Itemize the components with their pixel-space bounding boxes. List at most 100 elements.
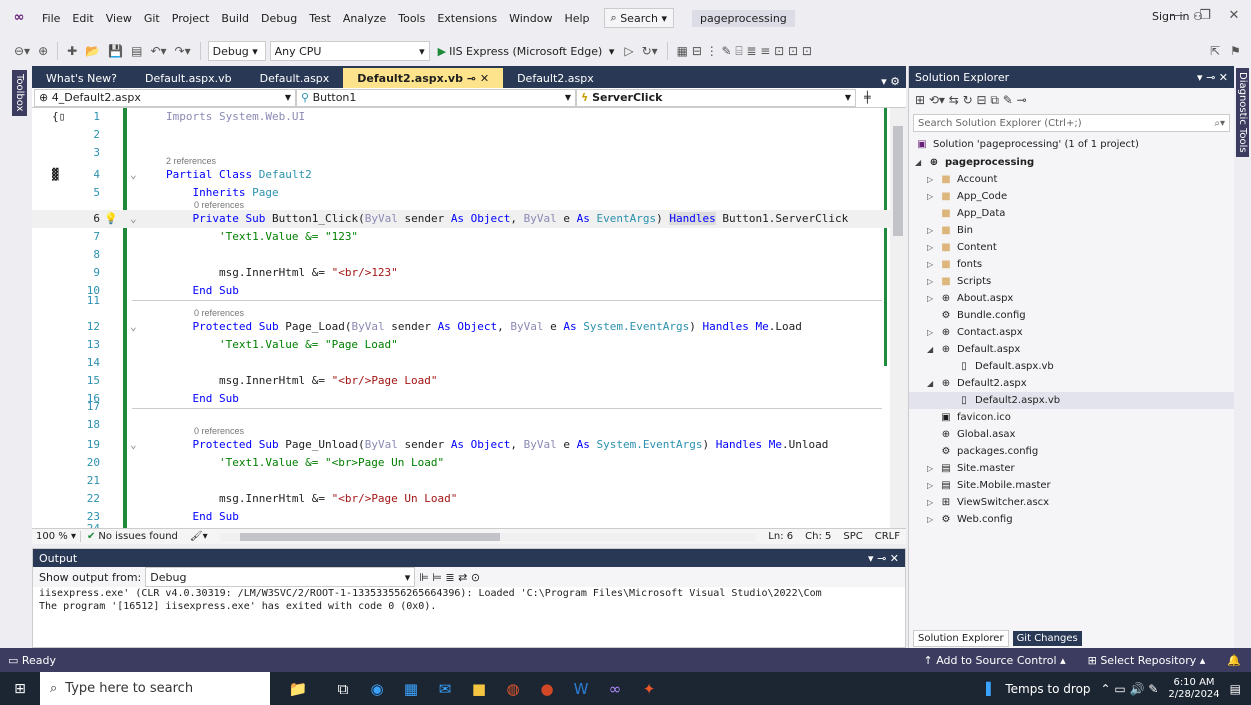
widget-icon[interactable]: 📁 bbox=[270, 672, 326, 705]
tree-item[interactable]: ▷ ⊞ ViewSwitcher.ascx bbox=[927, 494, 1049, 511]
tree-item[interactable]: ⊕ Global.asax bbox=[927, 426, 1016, 443]
tray-icons[interactable]: ⌃ ▭ 🔊 ✎ bbox=[1101, 682, 1159, 696]
action-center-icon[interactable]: ▤ bbox=[1230, 682, 1241, 696]
save-icon[interactable]: 💾 bbox=[106, 44, 125, 58]
tree-item[interactable]: ▯ Default.aspx.vb bbox=[945, 358, 1054, 375]
tree-item[interactable]: ▷ ■ Scripts bbox=[927, 273, 991, 290]
weather-text[interactable]: Temps to drop bbox=[1005, 682, 1090, 696]
tab-default2-aspx[interactable]: Default2.aspx bbox=[503, 68, 608, 88]
search-button[interactable]: ⌕ Search ▾ bbox=[603, 8, 675, 28]
output-window-icon[interactable]: ▭ bbox=[8, 654, 22, 667]
tab-default-aspx-vb[interactable]: Default.aspx.vb bbox=[131, 68, 246, 88]
whitespace-indicator[interactable]: SPC bbox=[837, 531, 868, 542]
object-select[interactable]: ⚲ Button1 ▼ bbox=[296, 88, 576, 107]
tree-item[interactable]: ◢ ⊕ Default2.aspx bbox=[927, 375, 1027, 392]
tree-item[interactable]: ⚙ packages.config bbox=[927, 443, 1039, 460]
close-tab-icon[interactable]: ✕ bbox=[480, 72, 489, 85]
tree-project[interactable]: ◢ ⊕ pageprocessing bbox=[915, 154, 1034, 171]
word-icon[interactable]: W bbox=[564, 672, 598, 705]
menu-test[interactable]: Test bbox=[303, 12, 337, 25]
run-button[interactable]: ▶ IIS Express (Microsoft Edge) ▾ bbox=[434, 45, 619, 58]
output-source-select[interactable]: Debug ▾ bbox=[145, 567, 416, 587]
tree-item[interactable]: ▷ ■ App_Code bbox=[927, 188, 1007, 205]
output-tools-icon[interactable]: ⊫ ⊨ ≣ ⇄ ⊙ bbox=[419, 571, 480, 584]
menu-file[interactable]: File bbox=[36, 12, 66, 25]
tab-overflow-icon[interactable]: ▾ ⚙ bbox=[875, 75, 906, 88]
editor-horizontal-scrollbar[interactable] bbox=[219, 532, 757, 541]
save-all-icon[interactable]: ▤ bbox=[129, 44, 144, 58]
tree-item[interactable]: ▷ ▤ Site.master bbox=[927, 460, 1015, 477]
menu-extensions[interactable]: Extensions bbox=[431, 12, 503, 25]
zoom-select[interactable]: 100 % ▾ bbox=[32, 531, 81, 542]
tree-item[interactable]: ▷ ▤ Site.Mobile.master bbox=[927, 477, 1051, 494]
new-project-icon[interactable]: ✚ bbox=[65, 44, 79, 58]
tab-solution-explorer[interactable]: Solution Explorer bbox=[913, 629, 1009, 647]
start-without-debug-icon[interactable]: ▷ bbox=[622, 44, 635, 58]
issues-indicator[interactable]: ✔ No issues found bbox=[81, 531, 184, 542]
menu-analyze[interactable]: Analyze bbox=[337, 12, 392, 25]
taskbar-search-input[interactable]: ⌕ Type here to search bbox=[40, 672, 270, 705]
editor-vertical-scrollbar[interactable] bbox=[890, 108, 906, 528]
platform-select[interactable]: Any CPU ▾ bbox=[269, 41, 430, 61]
se-toolbar-icons[interactable]: ⊞ ⟲▾ ⇆ ↻ ⊟ ⧉ ✎ ⊸ bbox=[915, 93, 1027, 108]
solution-search-input[interactable]: Search Solution Explorer (Ctrl+;) ⌕▾ bbox=[913, 114, 1230, 132]
tree-item[interactable]: ▷ ⚙ Web.config bbox=[927, 511, 1013, 528]
panel-controls-icon[interactable]: ▾ ⊸ ✕ bbox=[868, 552, 899, 565]
refresh-icon[interactable]: ↻▾ bbox=[640, 44, 660, 58]
add-source-control-button[interactable]: ↑ Add to Source Control ▴ bbox=[923, 654, 1065, 667]
lightbulb-icon[interactable]: 💡 bbox=[104, 210, 118, 228]
pin-icon[interactable]: ⊸ bbox=[467, 72, 476, 85]
menu-git[interactable]: Git bbox=[138, 12, 166, 25]
menu-view[interactable]: View bbox=[100, 12, 138, 25]
tree-solution[interactable]: ▣ Solution 'pageprocessing' (1 of 1 proje… bbox=[915, 136, 1139, 153]
event-select[interactable]: ϟ ServerClick ▼ bbox=[576, 88, 856, 107]
project-select[interactable]: ⊕ 4_Default2.aspx ▼ bbox=[34, 88, 296, 107]
tree-item[interactable]: ◢ ⊕ Default.aspx bbox=[927, 341, 1020, 358]
task-view-icon[interactable]: ⧉ bbox=[326, 672, 360, 705]
weather-icon[interactable]: ▌ bbox=[986, 682, 995, 696]
windows-start-icon[interactable]: ⊞ bbox=[0, 681, 40, 697]
clock[interactable]: 6:10 AM 2/28/2024 bbox=[1168, 677, 1219, 701]
configuration-select[interactable]: Debug ▾ bbox=[207, 41, 266, 61]
tree-item[interactable]: ▷ ■ Bin bbox=[927, 222, 973, 239]
toolbox-tab[interactable]: Toolbox bbox=[12, 70, 27, 116]
tree-item[interactable]: ▷ ■ Content bbox=[927, 239, 997, 256]
edge-icon[interactable]: ◉ bbox=[360, 672, 394, 705]
restore-button[interactable]: ❐ bbox=[1193, 8, 1217, 23]
back-icon[interactable]: ⊖▾ bbox=[12, 44, 32, 58]
debug-app-icon[interactable]: ✦ bbox=[632, 672, 666, 705]
tree-item[interactable]: ■ App_Data bbox=[927, 205, 1005, 222]
tab-default2-aspx-vb[interactable]: Default2.aspx.vb ⊸ ✕ bbox=[343, 68, 504, 88]
file-explorer-icon[interactable]: ■ bbox=[462, 672, 496, 705]
menu-build[interactable]: Build bbox=[215, 12, 255, 25]
menu-project[interactable]: Project bbox=[166, 12, 216, 25]
codelens-references[interactable]: 0 references bbox=[194, 200, 244, 210]
scroll-thumb[interactable] bbox=[893, 126, 903, 236]
menu-tools[interactable]: Tools bbox=[392, 12, 431, 25]
split-icon[interactable]: ╪ bbox=[864, 91, 871, 104]
share-icon[interactable]: ⇱ bbox=[1208, 44, 1222, 58]
tree-item[interactable]: ▷ ■ Account bbox=[927, 171, 997, 188]
tree-item[interactable]: ▷ ⊕ Contact.aspx bbox=[927, 324, 1023, 341]
mail-icon[interactable]: ✉ bbox=[428, 672, 462, 705]
visual-studio-icon[interactable]: ∞ bbox=[598, 672, 632, 705]
tree-item[interactable]: ▷ ■ fonts bbox=[927, 256, 982, 273]
menu-edit[interactable]: Edit bbox=[66, 12, 99, 25]
collapse-icon[interactable]: {▯ bbox=[52, 108, 65, 126]
codelens-references[interactable]: 2 references bbox=[166, 156, 216, 166]
tree-item[interactable]: ▷ ⊕ About.aspx bbox=[927, 290, 1013, 307]
scroll-thumb[interactable] bbox=[239, 532, 500, 541]
codelens-references[interactable]: 0 references bbox=[194, 426, 244, 436]
forward-icon[interactable]: ⊕ bbox=[36, 44, 50, 58]
code-editor[interactable]: {▯ 1 Imports System.Web.UI 2 3 2 reference… bbox=[32, 108, 906, 528]
store-icon[interactable]: ▦ bbox=[394, 672, 428, 705]
menu-window[interactable]: Window bbox=[503, 12, 558, 25]
select-repository-button[interactable]: ⊞ Select Repository ▴ bbox=[1088, 654, 1206, 667]
brush-icon[interactable]: 🖌▾ bbox=[184, 531, 214, 542]
codelens-references[interactable]: 0 references bbox=[194, 308, 244, 318]
chrome-icon[interactable]: ◍ bbox=[496, 672, 530, 705]
close-button[interactable]: ✕ bbox=[1222, 8, 1246, 23]
tree-item[interactable]: ▣ favicon.ico bbox=[927, 409, 1011, 426]
open-icon[interactable]: 📂 bbox=[83, 44, 102, 58]
tab-whats-new[interactable]: What's New? bbox=[32, 68, 131, 88]
